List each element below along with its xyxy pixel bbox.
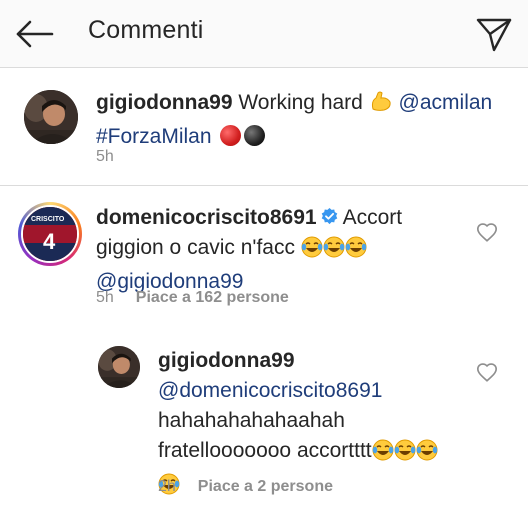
black-circle-icon — [244, 125, 266, 146]
share-button[interactable] — [474, 14, 514, 54]
comment-2-likes[interactable]: Piace a 2 persone — [198, 478, 333, 495]
arrow-left-icon — [16, 20, 54, 48]
caption-username[interactable]: gigiodonna99 — [96, 91, 233, 114]
comment-1-text: domenicocriscito8691 Accort giggion o ca… — [96, 203, 476, 297]
top-bar: Commenti — [0, 0, 528, 68]
flexed-biceps-emoji-icon — [369, 89, 393, 122]
verified-badge-icon — [321, 207, 337, 225]
comment-1-line2: giggion o cavic n'facc — [96, 236, 295, 259]
avatar[interactable] — [24, 90, 78, 144]
comment-1-line1: Accort — [342, 206, 403, 229]
tears-of-joy-emoji-icon — [301, 236, 367, 267]
comment-1-likes[interactable]: Piace a 162 persone — [136, 289, 289, 306]
red-circle-icon — [220, 125, 242, 146]
comment-2-mention[interactable]: @domenicocriscito8691 — [158, 379, 382, 402]
comment-2-line1: hahahahahahaahah — [158, 409, 345, 432]
comment-2-time: 2h — [158, 478, 176, 495]
comment-2-line2: fratellooooooo accortttt — [158, 439, 372, 462]
comment-2-username[interactable]: gigiodonna99 — [158, 349, 295, 372]
paper-plane-icon — [476, 18, 512, 52]
comment-2-meta: 2h Piace a 2 persone — [158, 478, 333, 496]
heart-icon — [477, 363, 497, 382]
svg-text:CRISCITO: CRISCITO — [31, 216, 65, 223]
caption-meta: 5h — [96, 148, 114, 166]
back-button[interactable] — [14, 14, 56, 54]
caption-hashtag[interactable]: #ForzaMilan — [96, 125, 212, 148]
caption-text: gigiodonna99 Working hard @acmilan #Forz… — [96, 88, 516, 152]
caption-mention[interactable]: @acmilan — [399, 91, 493, 114]
caption-body: Working hard — [238, 91, 363, 114]
svg-text:4: 4 — [43, 229, 56, 254]
comment-1-username[interactable]: domenicocriscito8691 — [96, 206, 317, 229]
post-caption: gigiodonna99 Working hard @acmilan #Forz… — [0, 68, 528, 186]
caption-time: 5h — [96, 148, 114, 165]
heart-icon — [477, 223, 497, 242]
like-comment-2-button[interactable] — [476, 362, 498, 384]
reply-avatar[interactable] — [98, 346, 140, 388]
like-comment-1-button[interactable] — [476, 222, 498, 244]
comment-1-time: 5h — [96, 289, 114, 306]
page-title: Commenti — [88, 16, 204, 44]
tears-of-joy-emoji-icon — [371, 439, 438, 470]
story-avatar[interactable]: CRISCITO 4 — [18, 202, 82, 266]
comment-1-meta: 5h Piace a 162 persone — [96, 289, 289, 307]
